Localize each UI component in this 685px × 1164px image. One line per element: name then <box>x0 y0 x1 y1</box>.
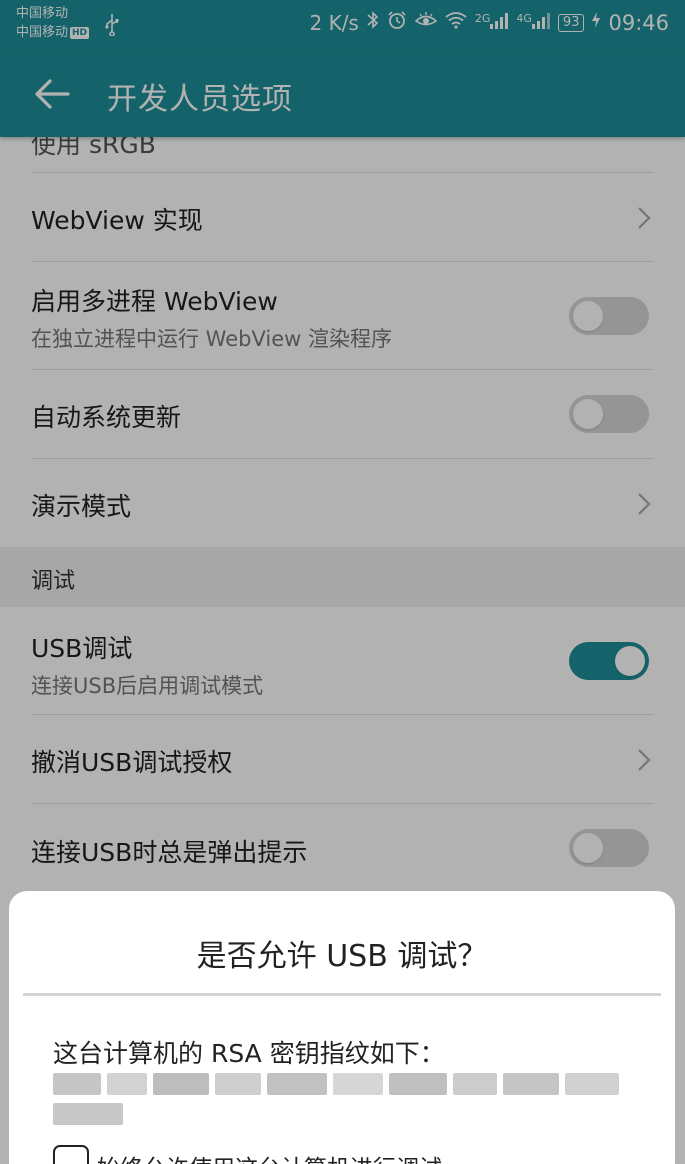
rsa-fingerprint-redacted <box>53 1073 619 1131</box>
dialog-message: 这台计算机的 RSA 密钥指纹如下： <box>53 1039 445 1068</box>
dialog-title: 是否允许 USB 调试？ <box>196 939 488 974</box>
always-allow-checkbox[interactable] <box>53 1145 89 1164</box>
usb-debug-dialog: 是否允许 USB 调试？ 这台计算机的 RSA 密钥指纹如下： 始终允许使用这台… <box>9 891 675 1164</box>
always-allow-label: 始终允许使用这台计算机进行调试 <box>97 1149 442 1164</box>
dialog-divider <box>23 993 661 996</box>
